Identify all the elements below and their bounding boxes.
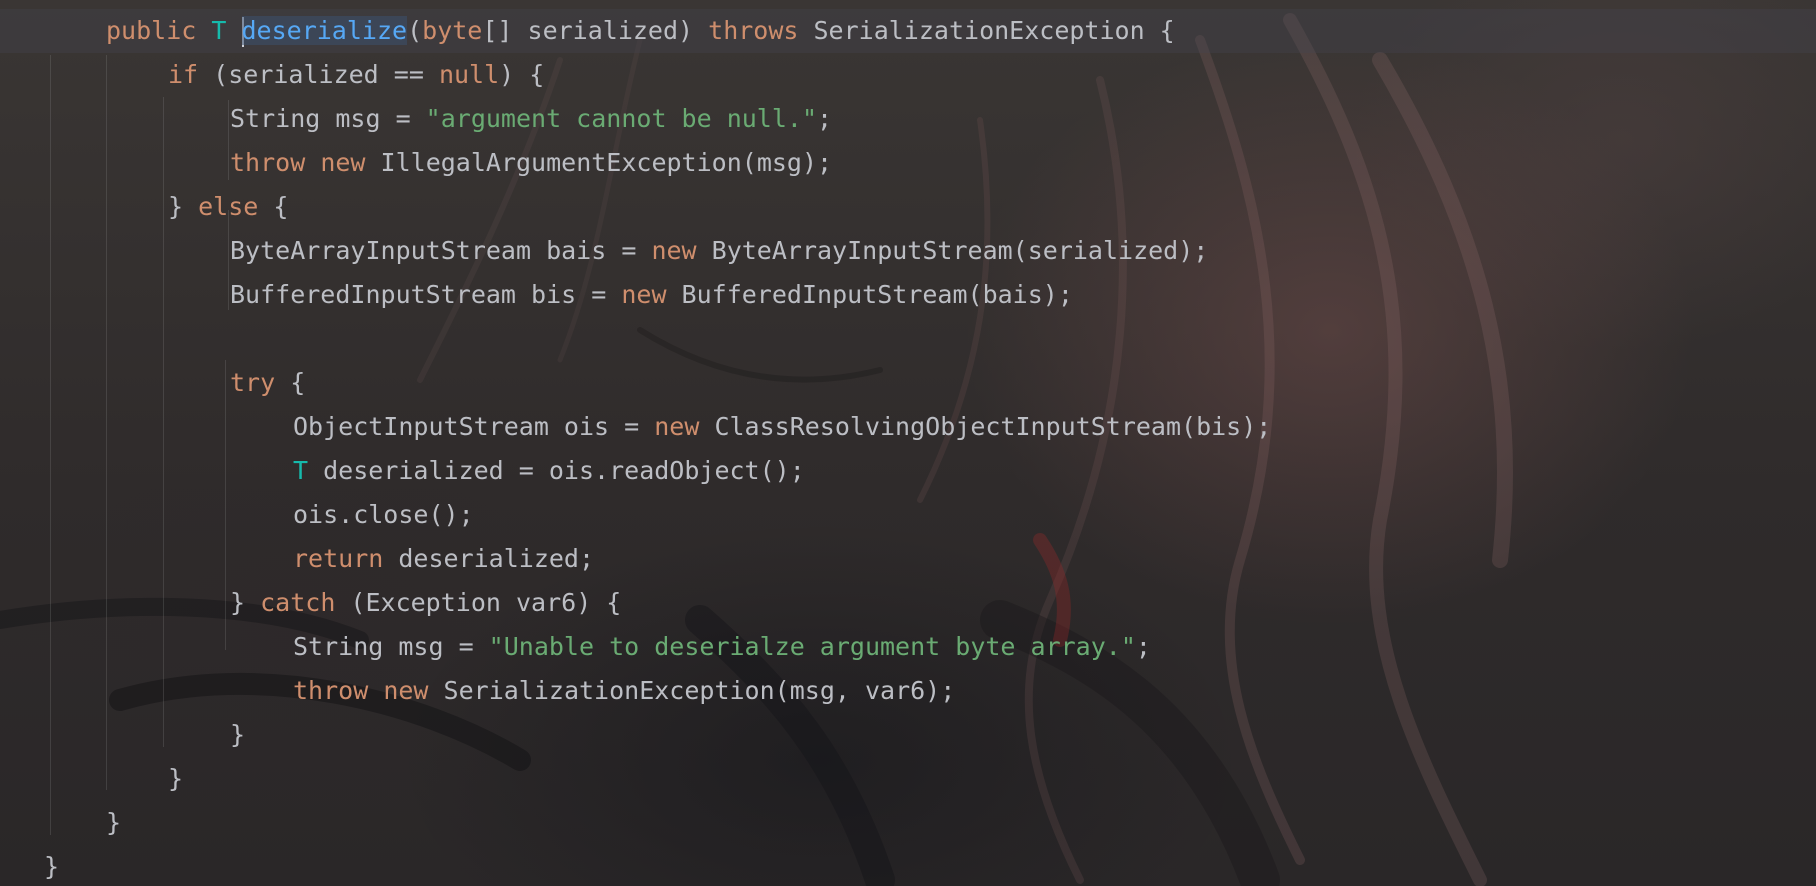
keyword-token: throw (293, 676, 369, 705)
code-line[interactable]: T deserialized = ois.readObject(); (0, 449, 1816, 493)
code-token: } (230, 720, 246, 749)
code-token: ClassResolvingObjectInputStream(bis); (699, 412, 1272, 441)
code-token: SerializationException { (798, 16, 1175, 45)
method-name-token: deserialize (241, 16, 408, 45)
code-line[interactable]: String msg = "argument cannot be null."; (0, 97, 1816, 141)
code-line[interactable]: } (0, 801, 1816, 845)
code-token: SerializationException(msg, var6); (428, 676, 956, 705)
keyword-token: new (383, 676, 429, 705)
code-line[interactable]: ByteArrayInputStream bais = new ByteArra… (0, 229, 1816, 273)
code-token: ByteArrayInputStream bais = (230, 236, 652, 265)
code-token: deserialized = ois.readObject(); (308, 456, 805, 485)
code-line[interactable]: } (0, 757, 1816, 801)
keyword-token: throws (708, 16, 799, 45)
code-line[interactable]: } (0, 713, 1816, 757)
code-token: [] serialized) (482, 16, 709, 45)
code-token: { (258, 192, 289, 221)
type-parameter-token: T (211, 16, 227, 45)
code-line[interactable]: } (0, 845, 1816, 886)
code-token: ByteArrayInputStream(serialized); (696, 236, 1209, 265)
code-line[interactable]: BufferedInputStream bis = new BufferedIn… (0, 273, 1816, 317)
code-line[interactable]: return deserialized; (0, 537, 1816, 581)
code-token: BufferedInputStream bis = (230, 280, 622, 309)
code-line[interactable]: ObjectInputStream ois = new ClassResolvi… (0, 405, 1816, 449)
keyword-token: return (293, 544, 384, 573)
string-literal-token: "Unable to deserialze argument byte arra… (488, 632, 1136, 661)
keyword-token: new (320, 148, 366, 177)
code-line[interactable]: ois.close(); (0, 493, 1816, 537)
code-token: (Exception var6) { (335, 588, 622, 617)
keyword-token: try (230, 368, 276, 397)
code-token: IllegalArgumentException(msg); (365, 148, 833, 177)
code-line[interactable]: } else { (0, 185, 1816, 229)
keyword-token: new (651, 236, 697, 265)
code-token: ObjectInputStream ois = (293, 412, 655, 441)
code-line[interactable] (0, 317, 1816, 361)
code-token: } (44, 852, 60, 881)
code-token: ( (407, 16, 423, 45)
code-token: ) { (499, 60, 545, 89)
type-parameter-token: T (293, 456, 309, 485)
keyword-token: byte (422, 16, 483, 45)
code-line[interactable]: try { (0, 361, 1816, 405)
code-token: BufferedInputStream(bais); (666, 280, 1073, 309)
code-line[interactable]: public T deserialize(byte[] serialized) … (0, 9, 1816, 53)
keyword-token: new (621, 280, 667, 309)
code-token: ; (1135, 632, 1151, 661)
code-token: } (168, 192, 199, 221)
code-editor[interactable]: public T deserialize(byte[] serialized) … (0, 9, 1816, 886)
code-token: { (275, 368, 306, 397)
code-line[interactable]: } catch (Exception var6) { (0, 581, 1816, 625)
code-token: } (230, 588, 261, 617)
keyword-token: if (168, 60, 199, 89)
code-token: } (168, 764, 184, 793)
keyword-token: else (198, 192, 259, 221)
keyword-token: catch (260, 588, 336, 617)
code-line[interactable]: throw new SerializationException(msg, va… (0, 669, 1816, 713)
code-line[interactable]: String msg = "Unable to deserialze argum… (0, 625, 1816, 669)
keyword-token: new (654, 412, 700, 441)
keyword-token: null (438, 60, 500, 89)
keyword-token: public (106, 16, 197, 45)
code-line[interactable]: throw new IllegalArgumentException(msg); (0, 141, 1816, 185)
keyword-token: throw (230, 148, 306, 177)
code-token: ois.close(); (293, 500, 474, 529)
code-token: ; (817, 104, 833, 133)
code-token: String msg = (230, 104, 426, 133)
string-literal-token: "argument cannot be null." (425, 104, 818, 133)
code-token: } (106, 808, 122, 837)
code-token: (serialized == (198, 60, 439, 89)
code-token: String msg = (293, 632, 489, 661)
code-token: deserialized; (383, 544, 595, 573)
code-line[interactable]: if (serialized == null) { (0, 53, 1816, 97)
